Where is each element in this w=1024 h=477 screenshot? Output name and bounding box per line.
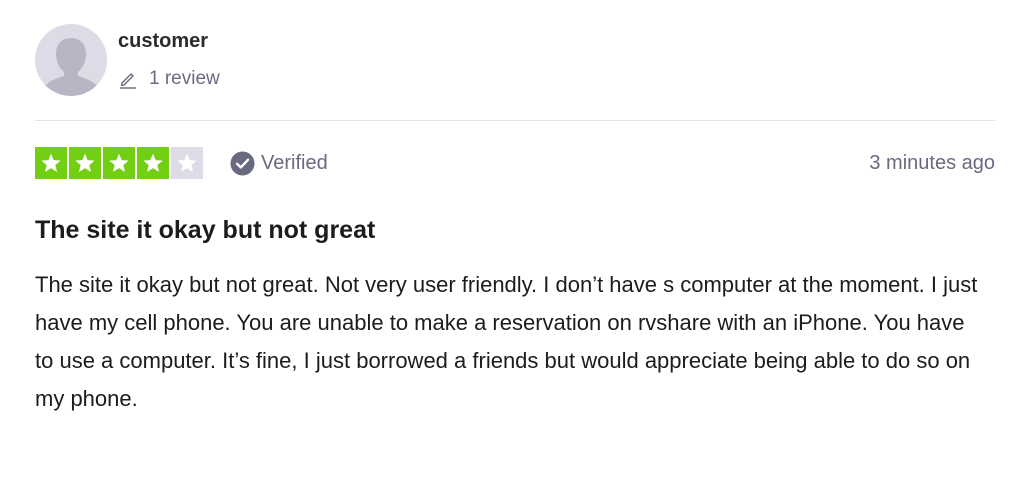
star-empty <box>171 147 203 179</box>
check-circle-icon <box>230 151 255 175</box>
review-count-label: 1 review <box>149 68 220 89</box>
rating-row: Verified 3 minutes ago <box>35 146 995 180</box>
star-icon <box>143 153 163 173</box>
reviewer-header[interactable]: customer 1 review <box>35 24 220 96</box>
star-filled <box>69 147 101 179</box>
avatar[interactable] <box>35 24 107 96</box>
star-icon <box>109 153 129 173</box>
verified-label: Verified <box>261 151 328 174</box>
reviewer-info: customer 1 review <box>118 29 220 90</box>
review-timestamp: 3 minutes ago <box>869 151 995 174</box>
review-title[interactable]: The site it okay but not great <box>35 214 375 246</box>
review-count: 1 review <box>118 68 220 90</box>
star-rating <box>35 147 203 179</box>
verified-badge[interactable]: Verified <box>230 151 328 176</box>
review-card: customer 1 review Verified 3 minutes ago… <box>0 0 1024 477</box>
star-filled <box>137 147 169 179</box>
star-filled <box>35 147 67 179</box>
star-icon <box>75 153 95 173</box>
user-silhouette-icon <box>45 38 97 96</box>
pencil-icon <box>120 73 136 89</box>
review-body: The site it okay but not great. Not very… <box>35 272 978 411</box>
star-filled <box>103 147 135 179</box>
divider <box>35 120 995 121</box>
star-icon <box>41 153 61 173</box>
star-icon <box>177 153 197 173</box>
reviewer-name[interactable]: customer <box>118 29 220 53</box>
